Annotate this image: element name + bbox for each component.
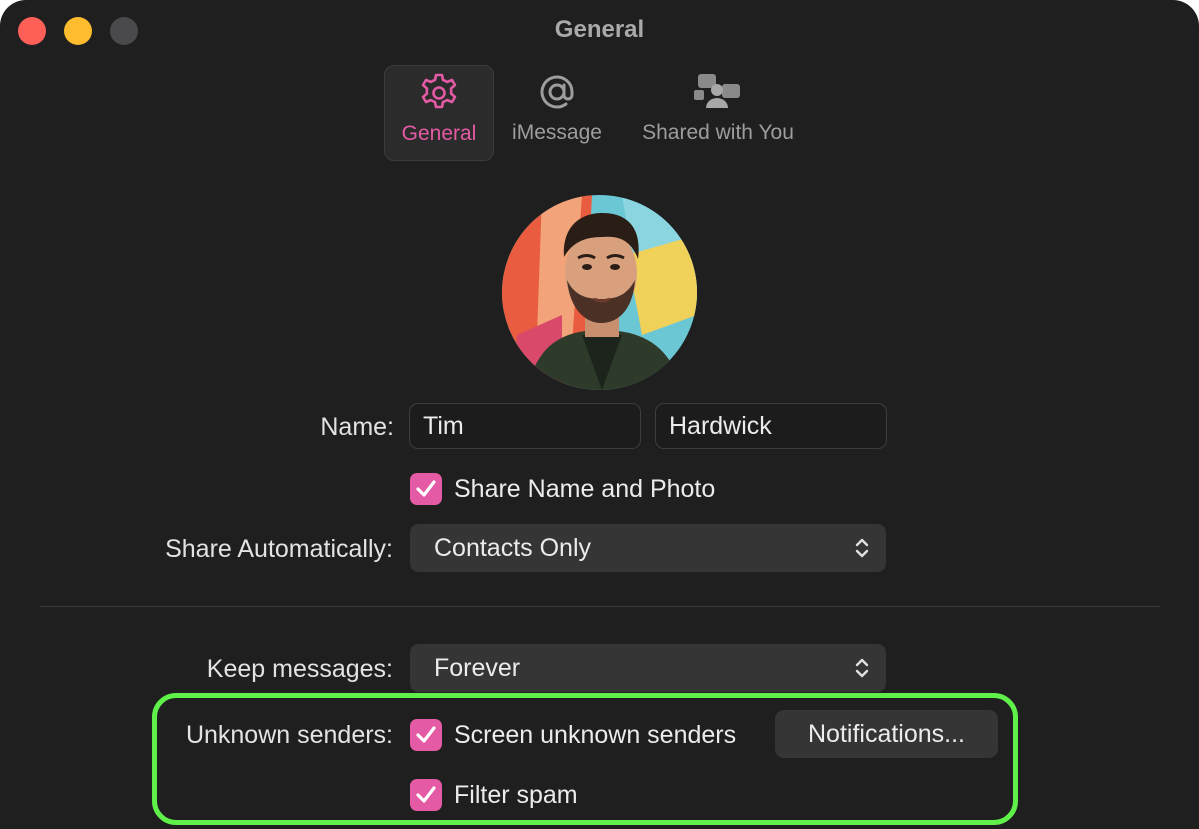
share-automatically-select[interactable]: Contacts Only (410, 524, 886, 572)
up-down-chevron-icon (855, 658, 869, 678)
share-automatically-value: Contacts Only (434, 534, 592, 562)
share-name-photo-label: Share Name and Photo (454, 475, 716, 503)
keep-messages-select[interactable]: Forever (410, 644, 886, 692)
shared-people-icon (692, 65, 744, 119)
tab-label: iMessage (512, 121, 602, 144)
name-label: Name: (320, 413, 394, 441)
highlight-outline (152, 693, 1018, 825)
keep-messages-value: Forever (434, 654, 521, 682)
share-automatically-label: Share Automatically: (165, 535, 393, 563)
up-down-chevron-icon (855, 538, 869, 558)
window-title: General (554, 16, 645, 43)
tab-imessage[interactable]: iMessage (503, 65, 611, 159)
profile-avatar[interactable] (502, 195, 697, 390)
section-divider (40, 606, 1160, 607)
keep-messages-label: Keep messages: (206, 655, 393, 683)
checkmark-icon (416, 480, 436, 497)
share-name-photo-checkbox[interactable] (410, 473, 442, 505)
at-sign-icon (535, 65, 579, 119)
tab-general[interactable]: General (384, 65, 494, 161)
tab-label: Shared with You (642, 121, 794, 144)
gear-icon (417, 66, 461, 120)
last-name-field[interactable]: Hardwick (655, 403, 887, 449)
settings-window: General General iMessage Shared with You… (0, 0, 1199, 829)
tab-shared-with-you[interactable]: Shared with You (628, 65, 808, 159)
first-name-field[interactable]: Tim (409, 403, 641, 449)
tab-label: General (401, 122, 477, 145)
